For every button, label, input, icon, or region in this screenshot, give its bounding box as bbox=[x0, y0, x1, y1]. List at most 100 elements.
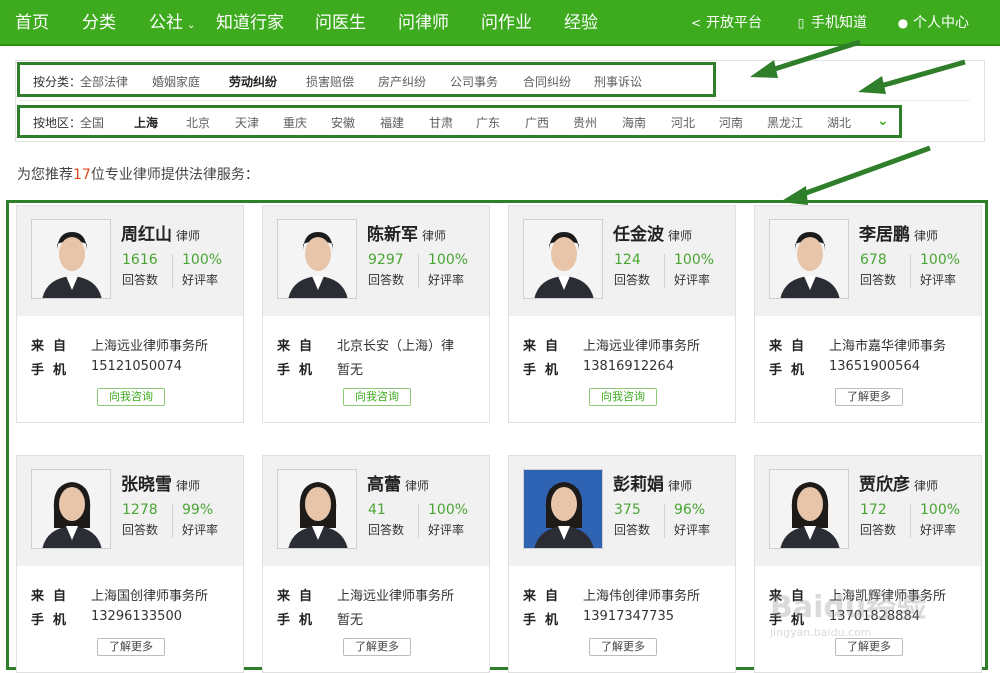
lawyer-name-text: 陈新军 bbox=[367, 225, 418, 245]
stat-divider bbox=[418, 254, 419, 288]
lawyer-card[interactable]: 贾欣彦 律师 172 回答数 100% 好评率 来自 上海凯辉律师事务所 手机 137018288… bbox=[754, 455, 982, 673]
lawyer-card[interactable]: 李居鹏 律师 678 回答数 100% 好评率 来自 上海市嘉华律师事务 手机 136519005… bbox=[754, 205, 982, 423]
nav-community-label: 公社 bbox=[149, 13, 183, 33]
answers-count: 124 bbox=[614, 252, 641, 268]
phone-label: 手机 bbox=[31, 613, 76, 628]
firm-name: 上海伟创律师事务所 bbox=[583, 589, 701, 604]
answers-count: 9297 bbox=[368, 252, 404, 268]
avatar[interactable] bbox=[769, 469, 849, 549]
rating-value: 100% bbox=[674, 252, 715, 268]
stat-divider bbox=[172, 504, 173, 538]
avatar[interactable] bbox=[31, 469, 111, 549]
stat-divider bbox=[910, 254, 911, 288]
phone-number: 13816912264 bbox=[583, 359, 674, 374]
lawyer-card[interactable]: 任金波 律师 124 回答数 100% 好评率 来自 上海远业律师事务所 手机 138169122… bbox=[508, 205, 736, 423]
lawyer-name[interactable]: 任金波 律师 bbox=[613, 220, 692, 245]
lawyer-title: 律师 bbox=[914, 479, 939, 493]
answers-label: 回答数 bbox=[122, 273, 159, 287]
avatar[interactable] bbox=[523, 219, 603, 299]
lawyer-card[interactable]: 陈新军 律师 9297 回答数 100% 好评率 来自 北京长安（上海）律 手机 暂无 向我咨询 bbox=[262, 205, 490, 423]
recommend-count: 17 bbox=[73, 167, 91, 183]
learn-more-button[interactable]: 了解更多 bbox=[835, 388, 903, 406]
user-center-label: 个人中心 bbox=[913, 15, 969, 31]
rating-label: 好评率 bbox=[428, 523, 465, 537]
avatar[interactable] bbox=[277, 469, 357, 549]
baidu-watermark: Baidu经验 bbox=[770, 590, 927, 625]
answers-label: 回答数 bbox=[614, 273, 651, 287]
learn-more-button[interactable]: 了解更多 bbox=[835, 638, 903, 656]
lawyer-title: 律师 bbox=[668, 229, 693, 243]
baidu-watermark-url: jingyan.baidu.com bbox=[770, 626, 872, 639]
answers-count: 1278 bbox=[122, 502, 158, 518]
lawyer-title: 律师 bbox=[422, 229, 447, 243]
from-label: 来自 bbox=[277, 589, 322, 604]
lawyer-title: 律师 bbox=[668, 479, 693, 493]
phone-label: 手机 bbox=[769, 363, 814, 378]
lawyer-title: 律师 bbox=[176, 479, 201, 493]
stat-divider bbox=[910, 504, 911, 538]
annotation-arrows bbox=[750, 40, 966, 205]
lawyer-name[interactable]: 高蕾 律师 bbox=[367, 470, 429, 495]
stat-divider bbox=[664, 504, 665, 538]
arrow-to-results bbox=[794, 145, 931, 200]
consult-button[interactable]: 向我咨询 bbox=[589, 388, 657, 406]
phone-label: 手机 bbox=[277, 613, 322, 628]
phone-number: 暂无 bbox=[337, 613, 364, 628]
answers-label: 回答数 bbox=[368, 523, 405, 537]
avatar[interactable] bbox=[277, 219, 357, 299]
lawyer-card[interactable]: 彭莉娟 律师 375 回答数 96% 好评率 来自 上海伟创律师事务所 手机 1391734773… bbox=[508, 455, 736, 673]
nav-home[interactable]: 首页 bbox=[15, 0, 49, 46]
lawyer-name-text: 张晓雪 bbox=[121, 475, 172, 495]
stat-divider bbox=[664, 254, 665, 288]
lawyer-title: 律师 bbox=[176, 229, 201, 243]
firm-name: 上海远业律师事务所 bbox=[583, 339, 701, 354]
lawyer-name-text: 彭莉娟 bbox=[613, 475, 664, 495]
lawyer-name[interactable]: 李居鹏 律师 bbox=[859, 220, 938, 245]
phone-label: 手机 bbox=[277, 363, 322, 378]
firm-name: 上海国创律师事务所 bbox=[91, 589, 209, 604]
phone-number: 暂无 bbox=[337, 363, 364, 378]
lawyer-name-text: 周红山 bbox=[121, 225, 172, 245]
lawyer-name[interactable]: 周红山 律师 bbox=[121, 220, 200, 245]
recommend-prefix: 为您推荐 bbox=[17, 167, 73, 183]
nav-ask-doctor[interactable]: 问医生 bbox=[315, 0, 366, 46]
learn-more-button[interactable]: 了解更多 bbox=[589, 638, 657, 656]
avatar[interactable] bbox=[31, 219, 111, 299]
phone-number: 13651900564 bbox=[829, 359, 920, 374]
lawyer-card[interactable]: 周红山 律师 1616 回答数 100% 好评率 来自 上海远业律师事务所 手机 15121050… bbox=[16, 205, 244, 423]
lawyer-name[interactable]: 彭莉娟 律师 bbox=[613, 470, 692, 495]
avatar[interactable] bbox=[769, 219, 849, 299]
lawyer-card[interactable]: 高蕾 律师 41 回答数 100% 好评率 来自 上海远业律师事务所 手机 暂无 了解更多 bbox=[262, 455, 490, 673]
consult-button[interactable]: 向我咨询 bbox=[97, 388, 165, 406]
learn-more-button[interactable]: 了解更多 bbox=[97, 638, 165, 656]
nav-experts[interactable]: 知道行家 bbox=[216, 0, 284, 46]
lawyer-name[interactable]: 张晓雪 律师 bbox=[121, 470, 200, 495]
consult-button[interactable]: 向我咨询 bbox=[343, 388, 411, 406]
open-platform-label: 开放平台 bbox=[706, 15, 762, 31]
lawyer-name[interactable]: 贾欣彦 律师 bbox=[859, 470, 938, 495]
nav-experience[interactable]: 经验 bbox=[564, 0, 598, 46]
nav-homework[interactable]: 问作业 bbox=[481, 0, 532, 46]
lawyer-title: 律师 bbox=[914, 229, 939, 243]
lawyer-card[interactable]: 张晓雪 律师 1278 回答数 99% 好评率 来自 上海国创律师事务所 手机 132961335… bbox=[16, 455, 244, 673]
learn-more-button[interactable]: 了解更多 bbox=[343, 638, 411, 656]
nav-category[interactable]: 分类 bbox=[82, 0, 116, 46]
answers-label: 回答数 bbox=[122, 523, 159, 537]
avatar[interactable] bbox=[523, 469, 603, 549]
phone-number: 13296133500 bbox=[91, 609, 182, 624]
rating-label: 好评率 bbox=[428, 273, 465, 287]
answers-count: 1616 bbox=[122, 252, 158, 268]
phone-label: 手机 bbox=[31, 363, 76, 378]
rating-label: 好评率 bbox=[920, 273, 957, 287]
rating-label: 好评率 bbox=[182, 273, 219, 287]
lawyer-name[interactable]: 陈新军 律师 bbox=[367, 220, 446, 245]
arrow-head-region bbox=[858, 76, 886, 94]
answers-label: 回答数 bbox=[368, 273, 405, 287]
answers-count: 375 bbox=[614, 502, 641, 518]
answers-label: 回答数 bbox=[860, 273, 897, 287]
phone-label: 手机 bbox=[523, 363, 568, 378]
rating-value: 100% bbox=[920, 252, 961, 268]
nav-ask-lawyer[interactable]: 问律师 bbox=[398, 0, 449, 46]
nav-community[interactable]: 公社 ⌄ bbox=[149, 0, 195, 46]
phone-number: 15121050074 bbox=[91, 359, 182, 374]
